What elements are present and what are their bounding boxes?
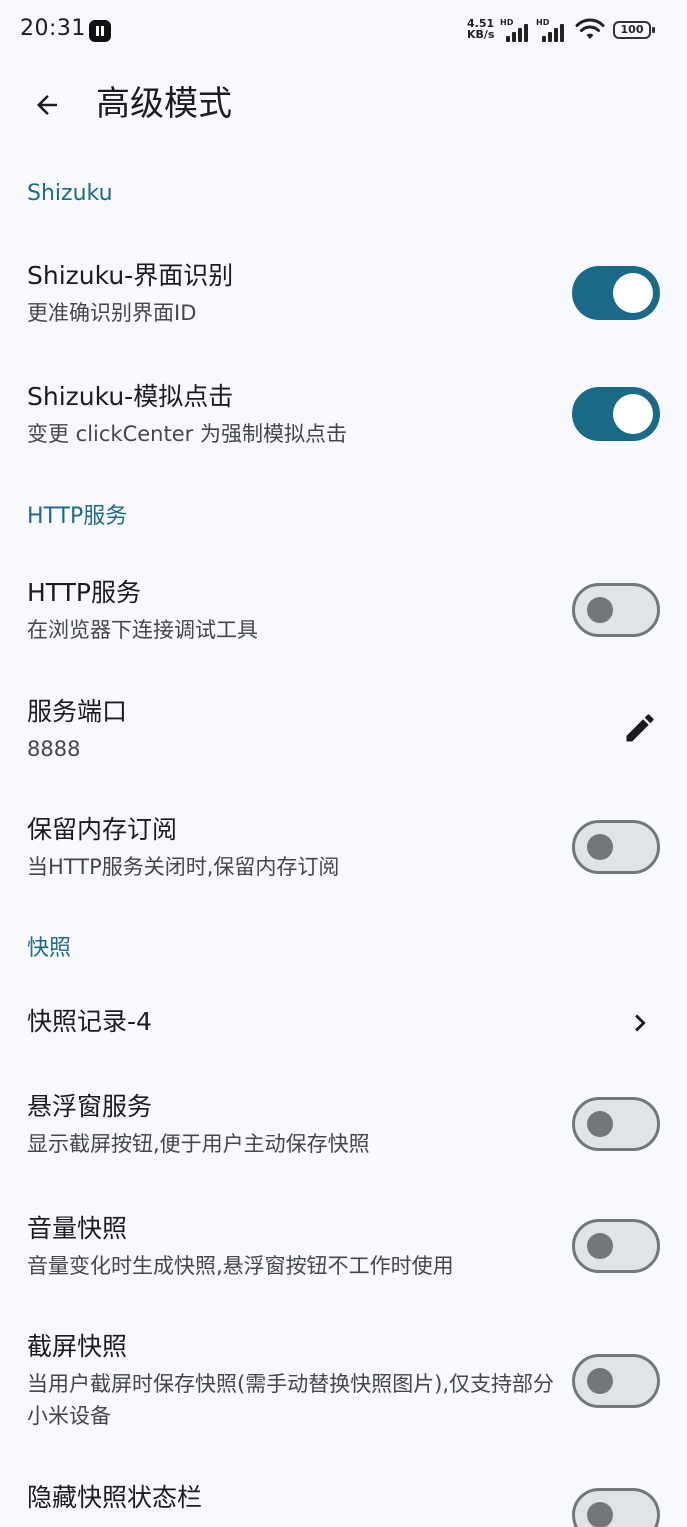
setting-screenshot-snapshot[interactable]: 截屏快照 当用户截屏时保存快照(需手动替换快照图片),仅支持部分小米设备 <box>0 1321 687 1451</box>
hide-snapshot-status-bar-toggle[interactable] <box>572 1488 660 1527</box>
toggle-knob <box>613 273 653 313</box>
setting-subtitle: 当用户截屏时保存快照(需手动替换快照图片),仅支持部分小米设备 <box>27 1372 555 1428</box>
setting-title: HTTP服务 <box>27 578 141 607</box>
arrow-back-icon <box>37 95 57 115</box>
setting-title: 服务端口 <box>27 697 128 726</box>
setting-title: 音量快照 <box>27 1214 128 1243</box>
setting-title: 悬浮窗服务 <box>27 1092 153 1121</box>
toggle-knob <box>613 394 653 434</box>
setting-title: 截屏快照 <box>27 1332 128 1361</box>
section-header-http: HTTP服务 <box>27 504 128 529</box>
network-speed-unit: KB/s <box>467 28 495 41</box>
volume-snapshot-toggle[interactable] <box>572 1219 660 1273</box>
signal-2-icon: HD <box>536 18 566 42</box>
toggle-knob <box>587 597 613 623</box>
advanced-mode-screen: 20:31 4.51 KB/s HD HD 100 高级模式 Shizuku S… <box>0 0 687 1527</box>
setting-subtitle: 显示截屏按钮,便于用户主动保存快照 <box>27 1132 370 1156</box>
setting-keep-memory-subscription[interactable]: 保留内存订阅 当HTTP服务关闭时,保留内存订阅 <box>0 804 687 904</box>
media-pause-icon <box>89 20 111 42</box>
toggle-knob <box>587 1111 613 1137</box>
setting-subtitle: 音量变化时生成快照,悬浮窗按钮不工作时使用 <box>27 1254 454 1278</box>
chevron-right-icon <box>635 1014 646 1032</box>
setting-service-port[interactable]: 服务端口 8888 <box>0 686 687 786</box>
keep-memory-subscription-toggle[interactable] <box>572 820 660 874</box>
signal-2-hd-label: HD <box>536 18 550 27</box>
toggle-knob <box>587 1368 613 1394</box>
screenshot-snapshot-toggle[interactable] <box>572 1354 660 1408</box>
page-title: 高级模式 <box>96 84 232 124</box>
snapshot-records-open[interactable] <box>620 1003 660 1043</box>
setting-subtitle: 更准确识别界面ID <box>27 301 197 325</box>
service-port-value: 8888 <box>27 737 81 761</box>
signal-1-icon: HD <box>500 18 530 42</box>
status-time: 20:31 <box>20 16 86 41</box>
status-bar: 20:31 4.51 KB/s HD HD 100 <box>0 0 687 62</box>
toggle-knob <box>587 1233 613 1259</box>
edit-port-button[interactable] <box>620 708 660 748</box>
signal-1-hd-label: HD <box>500 18 514 27</box>
setting-http-service[interactable]: HTTP服务 在浏览器下连接调试工具 <box>0 567 687 667</box>
edit-pencil-icon <box>626 714 654 742</box>
toggle-knob <box>587 1502 613 1527</box>
shizuku-ui-recognition-toggle[interactable] <box>572 266 660 320</box>
section-header-snapshot: 快照 <box>27 936 72 961</box>
wifi-icon <box>575 18 605 39</box>
setting-title: Shizuku-模拟点击 <box>27 382 234 411</box>
floating-window-service-toggle[interactable] <box>572 1097 660 1151</box>
network-speed: 4.51 KB/s <box>467 18 494 40</box>
setting-title: Shizuku-界面识别 <box>27 261 234 290</box>
setting-shizuku-ui-recognition[interactable]: Shizuku-界面识别 更准确识别界面ID <box>0 250 687 350</box>
setting-volume-snapshot[interactable]: 音量快照 音量变化时生成快照,悬浮窗按钮不工作时使用 <box>0 1203 687 1303</box>
section-header-shizuku: Shizuku <box>27 181 113 206</box>
http-service-toggle[interactable] <box>572 583 660 637</box>
shizuku-simulated-click-toggle[interactable] <box>572 387 660 441</box>
setting-title: 隐藏快照状态栏 <box>27 1483 203 1512</box>
setting-floating-window-service[interactable]: 悬浮窗服务 显示截屏按钮,便于用户主动保存快照 <box>0 1081 687 1181</box>
battery-icon: 100 <box>613 21 655 39</box>
setting-shizuku-simulated-click[interactable]: Shizuku-模拟点击 变更 clickCenter 为强制模拟点击 <box>0 371 687 471</box>
setting-snapshot-records[interactable]: 快照记录-4 <box>0 990 687 1056</box>
setting-subtitle: 在浏览器下连接调试工具 <box>27 618 258 642</box>
setting-title: 保留内存订阅 <box>27 815 178 844</box>
setting-hide-snapshot-status-bar[interactable]: 隐藏快照状态栏 <box>0 1472 687 1527</box>
setting-subtitle: 变更 clickCenter 为强制模拟点击 <box>27 422 347 446</box>
setting-title: 快照记录-4 <box>27 1007 152 1036</box>
app-bar: 高级模式 <box>0 62 687 146</box>
setting-subtitle: 当HTTP服务关闭时,保留内存订阅 <box>27 855 340 879</box>
toggle-knob <box>587 834 613 860</box>
back-button[interactable] <box>24 82 70 128</box>
